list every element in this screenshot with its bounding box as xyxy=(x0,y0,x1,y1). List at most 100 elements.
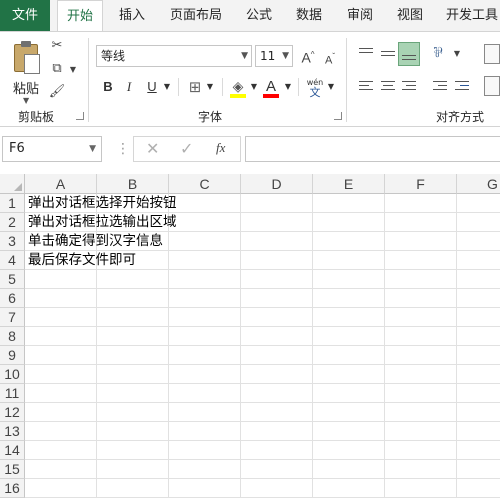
cell-B16[interactable] xyxy=(97,479,169,498)
cell-D13[interactable] xyxy=(241,422,313,441)
cell-C7[interactable] xyxy=(169,308,241,327)
font-name-select[interactable]: 等线 ▼ xyxy=(96,45,252,67)
cell-F6[interactable] xyxy=(385,289,457,308)
increase-font-size-button[interactable]: A^ xyxy=(298,46,318,66)
row-header-14[interactable]: 14 xyxy=(0,441,25,460)
cell-A6[interactable] xyxy=(25,289,97,308)
enter-icon[interactable]: ✓ xyxy=(180,139,193,158)
row-header-5[interactable]: 5 xyxy=(0,270,25,289)
cell-D16[interactable] xyxy=(241,479,313,498)
row-header-6[interactable]: 6 xyxy=(0,289,25,308)
row-header-13[interactable]: 13 xyxy=(0,422,25,441)
phonetic-guide-button[interactable]: wén 文 xyxy=(304,76,326,100)
chevron-down-icon[interactable]: ▼ xyxy=(205,76,215,98)
cell-C3[interactable] xyxy=(169,232,241,251)
cell-C1[interactable] xyxy=(169,194,241,213)
formula-input[interactable] xyxy=(245,136,500,162)
cell-G9[interactable] xyxy=(457,346,500,365)
cell-B8[interactable] xyxy=(97,327,169,346)
cell-F11[interactable] xyxy=(385,384,457,403)
chevron-down-icon[interactable]: ▼ xyxy=(283,76,293,98)
format-painter-icon[interactable]: 🖌 xyxy=(47,83,67,101)
column-header-f[interactable]: F xyxy=(385,174,457,194)
cell-D15[interactable] xyxy=(241,460,313,479)
row-header-3[interactable]: 3 xyxy=(0,232,25,251)
cell-E16[interactable] xyxy=(313,479,385,498)
cell-A14[interactable] xyxy=(25,441,97,460)
tab-review[interactable]: 审阅 xyxy=(338,0,382,31)
cell-D6[interactable] xyxy=(241,289,313,308)
row-header-16[interactable]: 16 xyxy=(0,479,25,498)
cell-G3[interactable] xyxy=(457,232,500,251)
cell-B7[interactable] xyxy=(97,308,169,327)
column-header-b[interactable]: B xyxy=(97,174,169,194)
more-icon[interactable]: ⋮ xyxy=(116,139,130,159)
cell-G6[interactable] xyxy=(457,289,500,308)
cell-E1[interactable] xyxy=(313,194,385,213)
underline-button[interactable]: U xyxy=(144,76,160,98)
copy-dropdown-icon[interactable]: ▼ xyxy=(63,61,83,79)
cell-E13[interactable] xyxy=(313,422,385,441)
cell-E5[interactable] xyxy=(313,270,385,289)
tab-home[interactable]: 开始 xyxy=(57,0,103,32)
paste-button[interactable]: 粘贴 ▼ xyxy=(8,40,44,105)
cell-E14[interactable] xyxy=(313,441,385,460)
cell-B5[interactable] xyxy=(97,270,169,289)
cell-C12[interactable] xyxy=(169,403,241,422)
cell-B9[interactable] xyxy=(97,346,169,365)
cell-B14[interactable] xyxy=(97,441,169,460)
cell-F8[interactable] xyxy=(385,327,457,346)
cell-G10[interactable] xyxy=(457,365,500,384)
cell-D2[interactable] xyxy=(241,213,313,232)
cell-F10[interactable] xyxy=(385,365,457,384)
cell-B10[interactable] xyxy=(97,365,169,384)
cell-A13[interactable] xyxy=(25,422,97,441)
cell-D10[interactable] xyxy=(241,365,313,384)
row-header-15[interactable]: 15 xyxy=(0,460,25,479)
cell-F12[interactable] xyxy=(385,403,457,422)
cell-A1[interactable]: 弹出对话框选择开始按钮 xyxy=(28,194,177,213)
cell-A12[interactable] xyxy=(25,403,97,422)
cell-F1[interactable] xyxy=(385,194,457,213)
cell-F9[interactable] xyxy=(385,346,457,365)
cell-G16[interactable] xyxy=(457,479,500,498)
cell-D1[interactable] xyxy=(241,194,313,213)
column-header-g[interactable]: G xyxy=(457,174,500,194)
cell-D9[interactable] xyxy=(241,346,313,365)
cell-E8[interactable] xyxy=(313,327,385,346)
bold-button[interactable]: B xyxy=(100,76,116,98)
tab-formulas[interactable]: 公式 xyxy=(238,0,280,31)
cell-A7[interactable] xyxy=(25,308,97,327)
cell-F5[interactable] xyxy=(385,270,457,289)
cell-F7[interactable] xyxy=(385,308,457,327)
cell-C11[interactable] xyxy=(169,384,241,403)
cell-G14[interactable] xyxy=(457,441,500,460)
cell-A5[interactable] xyxy=(25,270,97,289)
chevron-down-icon[interactable]: ▼ xyxy=(249,76,259,98)
cell-E4[interactable] xyxy=(313,251,385,270)
cell-F2[interactable] xyxy=(385,213,457,232)
wrap-text-button[interactable] xyxy=(484,44,500,64)
decrease-indent-button[interactable] xyxy=(430,76,450,96)
cell-C8[interactable] xyxy=(169,327,241,346)
cell-C14[interactable] xyxy=(169,441,241,460)
cell-E11[interactable] xyxy=(313,384,385,403)
cell-C6[interactable] xyxy=(169,289,241,308)
cell-G7[interactable] xyxy=(457,308,500,327)
cell-A9[interactable] xyxy=(25,346,97,365)
cell-B13[interactable] xyxy=(97,422,169,441)
borders-icon[interactable]: ⊞ xyxy=(186,76,204,98)
row-header-1[interactable]: 1 xyxy=(0,194,25,213)
insert-function-icon[interactable]: fx xyxy=(216,140,225,156)
tab-file[interactable]: 文件 xyxy=(0,0,50,31)
fill-color-button[interactable]: ◈ xyxy=(228,76,248,98)
cell-A3[interactable]: 单击确定得到汉字信息 xyxy=(28,232,163,251)
cell-B11[interactable] xyxy=(97,384,169,403)
increase-indent-button[interactable] xyxy=(452,76,472,96)
tab-insert[interactable]: 插入 xyxy=(110,0,154,31)
align-top-button[interactable] xyxy=(356,44,376,64)
cut-icon[interactable]: ✂ xyxy=(47,37,67,55)
cell-F3[interactable] xyxy=(385,232,457,251)
row-header-12[interactable]: 12 xyxy=(0,403,25,422)
cell-F4[interactable] xyxy=(385,251,457,270)
